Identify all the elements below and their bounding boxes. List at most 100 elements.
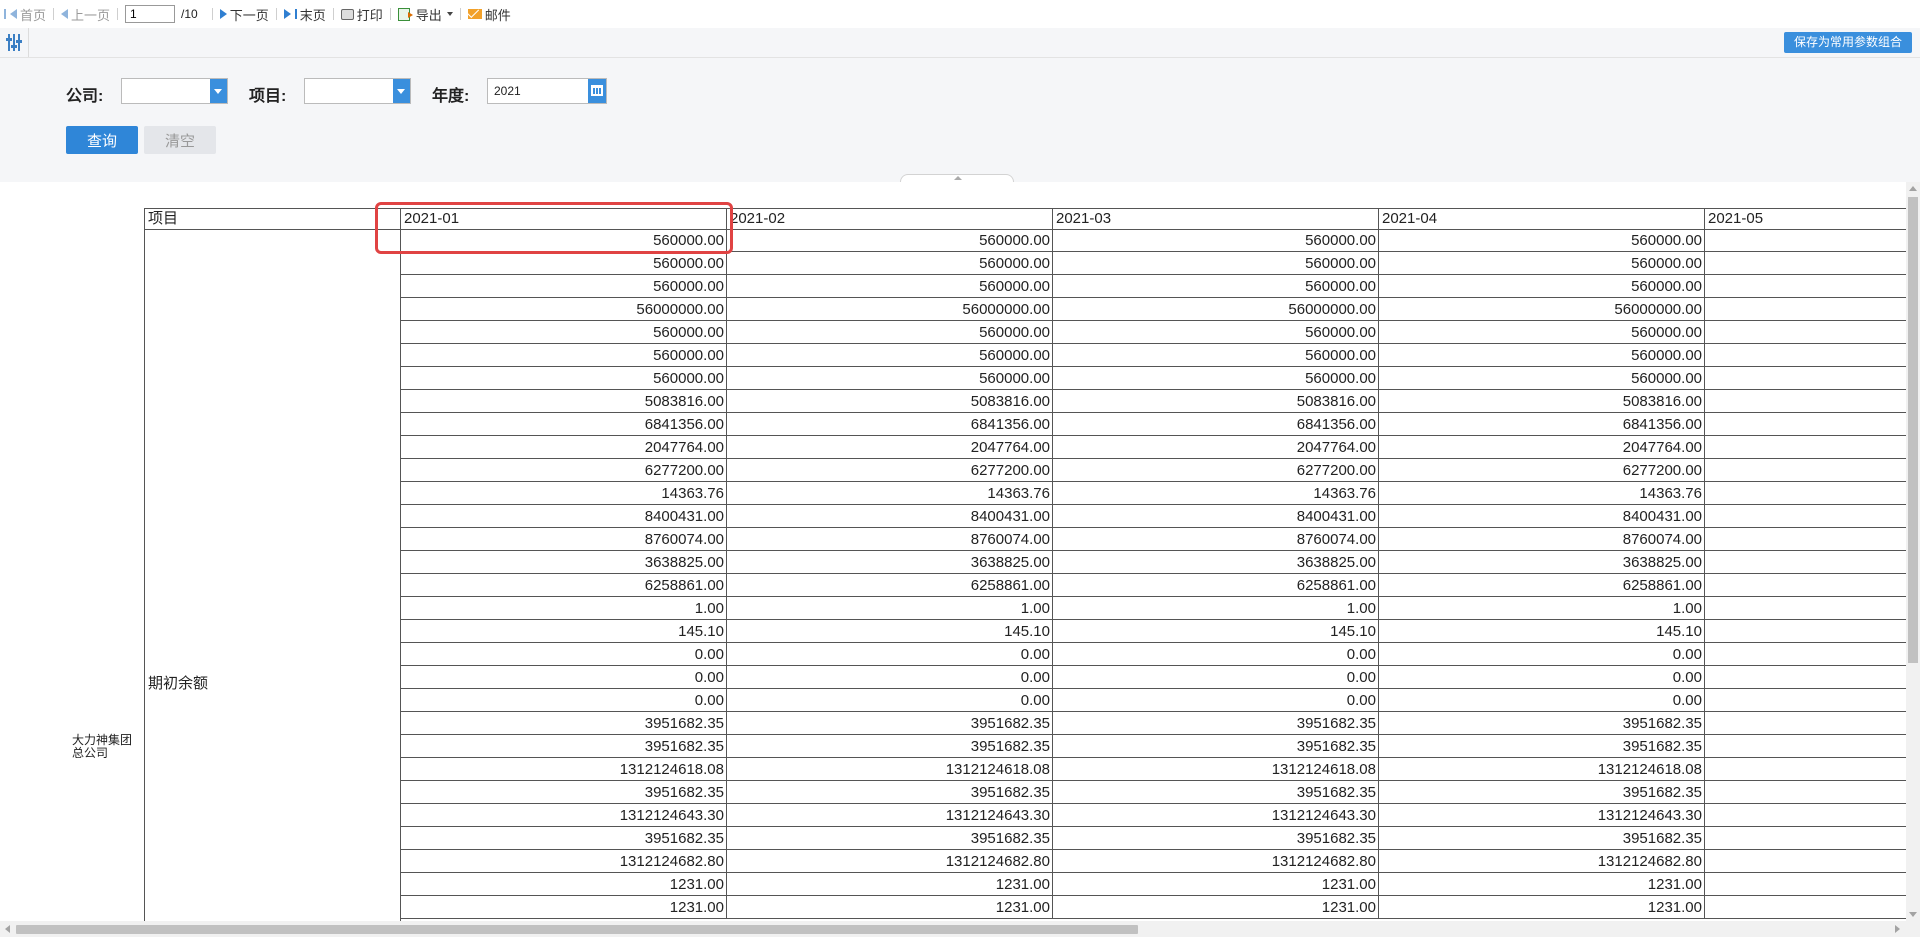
table-cell: 2047764.00 [1378, 436, 1705, 459]
table-cell [1704, 597, 1906, 620]
table-cell: 0.00 [1052, 689, 1379, 712]
table-cell: 1231.00 [1052, 896, 1379, 919]
scroll-right-icon[interactable] [1895, 925, 1900, 933]
mail-button[interactable]: 邮件 [464, 5, 515, 24]
table-cell [1704, 850, 1906, 873]
year-label: 年度: [432, 88, 470, 105]
printer-icon [340, 8, 354, 20]
table-cell: 3951682.35 [1378, 712, 1705, 735]
print-label: 打印 [356, 7, 383, 23]
export-icon [397, 7, 413, 21]
table-cell: 6258861.00 [726, 574, 1053, 597]
parameter-divider [28, 28, 29, 57]
table-cell: 3951682.35 [726, 712, 1053, 735]
table-cell: 560000.00 [726, 321, 1053, 344]
table-cell [1704, 827, 1906, 850]
table-cell: 8760074.00 [1378, 528, 1705, 551]
table-cell: 8400431.00 [726, 505, 1053, 528]
table-cell: 3951682.35 [400, 712, 727, 735]
query-button[interactable]: 查询 [66, 126, 138, 154]
export-button[interactable]: 导出 [394, 5, 457, 24]
mail-icon [467, 9, 482, 19]
table-cell: 56000000.00 [726, 298, 1053, 321]
company-select[interactable] [121, 78, 228, 104]
parameter-bar: 保存为常用参数组合 [0, 28, 1920, 58]
table-cell: 8400431.00 [400, 505, 727, 528]
table-cell: 3951682.35 [726, 735, 1053, 758]
table-cell [1704, 643, 1906, 666]
table-cell: 560000.00 [400, 229, 727, 252]
table-cell [1704, 367, 1906, 390]
month-column-header: 2021-01 [400, 208, 728, 230]
table-cell [1704, 551, 1906, 574]
table-cell: 0.00 [1378, 689, 1705, 712]
table-cell: 0.00 [400, 689, 727, 712]
horizontal-scrollbar[interactable] [0, 921, 1920, 937]
table-cell: 5083816.00 [726, 390, 1053, 413]
table-cell: 1.00 [1378, 597, 1705, 620]
table-cell: 0.00 [1378, 643, 1705, 666]
table-cell: 8760074.00 [726, 528, 1053, 551]
item-cell: 期初余额 [144, 229, 401, 921]
print-button[interactable]: 打印 [337, 5, 387, 24]
clear-button[interactable]: 清空 [144, 126, 216, 154]
table-cell [1704, 482, 1906, 505]
toolbar-divider [332, 8, 334, 20]
report-grid: 大力神集团总公司 项目 期初余额 2021-01 560000.00 560000.… [0, 182, 1906, 921]
table-cell: 1312124643.30 [400, 804, 727, 827]
table-cell [1704, 666, 1906, 689]
table-cell: 560000.00 [1052, 252, 1379, 275]
table-cell: 6277200.00 [400, 459, 727, 482]
scroll-up-icon[interactable] [1909, 186, 1917, 191]
chevron-down-icon[interactable] [393, 79, 410, 103]
item-select[interactable] [304, 78, 411, 104]
table-cell: 3638825.00 [1378, 551, 1705, 574]
month-column: 560000.00 560000.00 560000.00 56000000.00 56… [400, 229, 727, 919]
vertical-scrollbar[interactable] [1906, 182, 1920, 921]
table-cell: 560000.00 [1052, 275, 1379, 298]
table-cell: 3638825.00 [726, 551, 1053, 574]
table-cell: 6277200.00 [1052, 459, 1379, 482]
toolbar-divider [459, 8, 461, 20]
table-cell: 1.00 [726, 597, 1053, 620]
calendar-icon[interactable] [588, 79, 606, 103]
table-cell: 5083816.00 [1052, 390, 1379, 413]
toolbar-divider [211, 8, 213, 20]
table-cell: 560000.00 [1052, 344, 1379, 367]
first-page-button[interactable]: 首页 [0, 5, 50, 24]
month-column [1704, 229, 1906, 919]
table-cell: 56000000.00 [400, 298, 727, 321]
table-cell [1704, 459, 1906, 482]
page-number-input[interactable] [125, 5, 176, 23]
table-cell [1704, 390, 1906, 413]
chevron-down-icon[interactable] [210, 79, 227, 103]
year-date-field[interactable]: 2021 [487, 78, 607, 104]
table-cell: 560000.00 [1052, 367, 1379, 390]
scroll-down-icon[interactable] [1909, 912, 1917, 917]
table-cell: 6841356.00 [726, 413, 1053, 436]
table-cell: 3951682.35 [1052, 781, 1379, 804]
table-cell: 6277200.00 [1378, 459, 1705, 482]
next-page-button[interactable]: 下一页 [216, 5, 273, 24]
month-column-header: 2021-04 [1378, 208, 1706, 230]
filter-settings-icon[interactable] [6, 34, 22, 51]
company-label: 公司: [66, 88, 104, 105]
vertical-scroll-thumb[interactable] [1908, 197, 1918, 663]
horizontal-scroll-thumb[interactable] [16, 925, 1138, 934]
last-page-button[interactable]: 末页 [280, 5, 330, 24]
scroll-left-icon[interactable] [5, 925, 10, 933]
mail-label: 邮件 [484, 7, 511, 23]
collapse-panel-toggle[interactable] [900, 174, 1014, 182]
last-page-label: 末页 [299, 7, 326, 23]
toolbar-divider [117, 8, 119, 20]
item-label: 项目: [249, 88, 287, 105]
save-parameter-combination-button[interactable]: 保存为常用参数组合 [1783, 32, 1912, 53]
table-cell: 145.10 [400, 620, 727, 643]
last-page-icon [283, 9, 291, 19]
table-cell [1704, 321, 1906, 344]
table-cell: 560000.00 [1378, 321, 1705, 344]
first-page-icon [4, 9, 6, 19]
prev-page-button[interactable]: 上一页 [57, 5, 114, 24]
table-cell: 560000.00 [1378, 275, 1705, 298]
query-panel: 公司: 项目: 年度: 2021 查询 清空 [0, 58, 1920, 182]
